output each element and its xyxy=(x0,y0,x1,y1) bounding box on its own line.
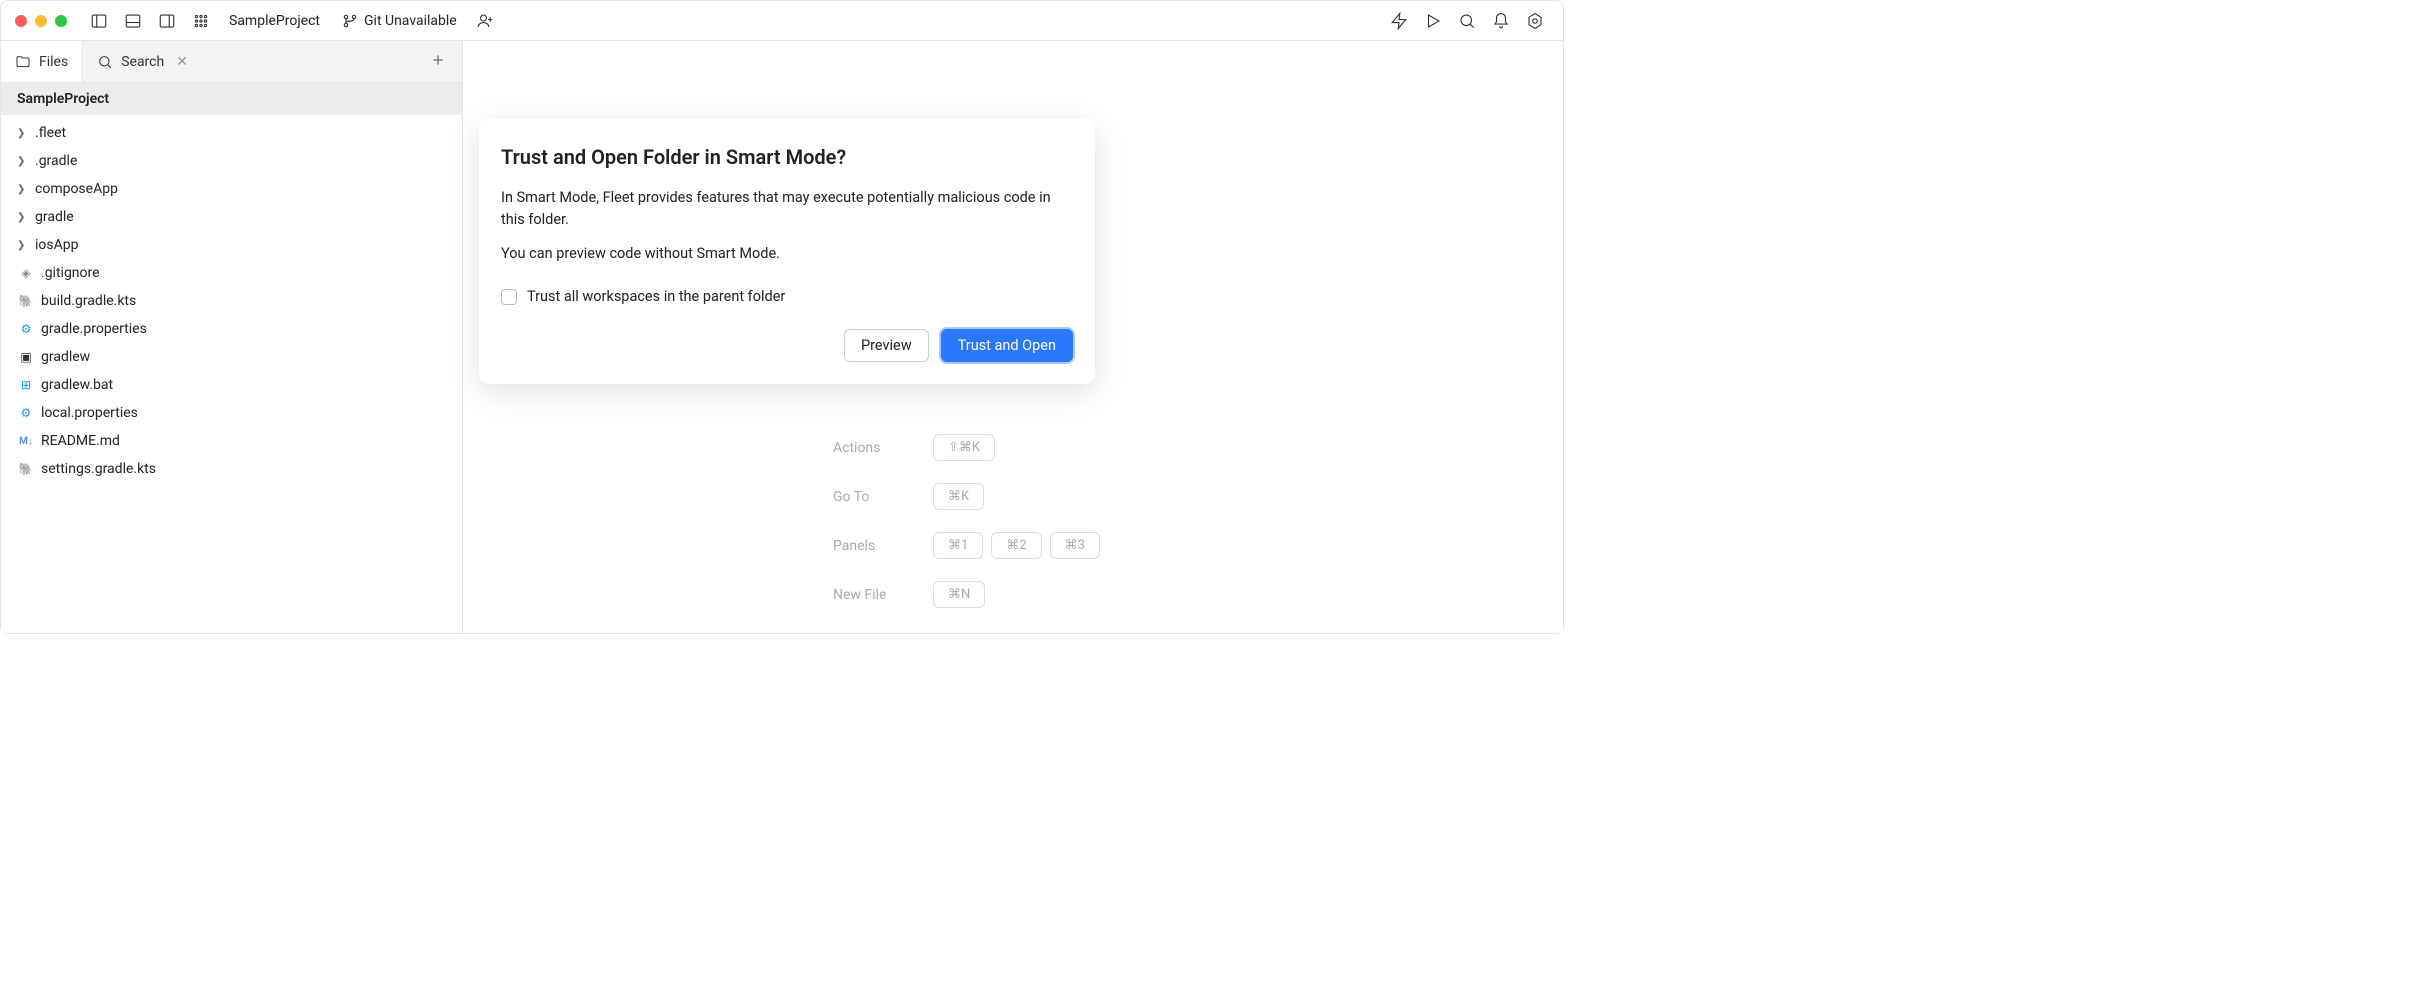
panel-left-icon[interactable] xyxy=(85,7,113,35)
key-hint: ⌘3 xyxy=(1050,532,1100,559)
key-hint: ⌘2 xyxy=(991,532,1041,559)
modal-title: Trust and Open Folder in Smart Mode? xyxy=(501,145,1073,169)
markdown-file-icon: M↓ xyxy=(17,432,35,450)
shortcut-label: New File xyxy=(833,587,903,603)
tree-item-label: .gradle xyxy=(35,153,77,169)
tree-item-label: iosApp xyxy=(35,237,78,253)
shortcut-goto: Go To ⌘K xyxy=(833,483,1100,510)
tree-item-label: gradlew.bat xyxy=(41,377,113,393)
tree-item-label: .gitignore xyxy=(41,265,100,281)
windows-file-icon: ⊞ xyxy=(17,376,35,394)
file-tree: ❯ .fleet ❯ .gradle ❯ composeApp ❯ gradle ❯ io… xyxy=(1,115,462,487)
tree-file-gitignore[interactable]: ◈ .gitignore xyxy=(1,259,462,287)
tree-item-label: README.md xyxy=(41,433,120,449)
chevron-right-icon: ❯ xyxy=(17,184,29,195)
tab-files-label: Files xyxy=(39,54,68,70)
settings-file-icon: ⚙ xyxy=(17,320,35,338)
smart-mode-icon[interactable] xyxy=(1385,7,1413,35)
chevron-right-icon: ❯ xyxy=(17,212,29,223)
add-collaborator-icon[interactable] xyxy=(471,7,499,35)
tree-file-gradle-properties[interactable]: ⚙ gradle.properties xyxy=(1,315,462,343)
apps-grid-icon[interactable] xyxy=(187,7,215,35)
tree-folder-composeapp[interactable]: ❯ composeApp xyxy=(1,175,462,203)
tree-folder-iosapp[interactable]: ❯ iosApp xyxy=(1,231,462,259)
trust-modal: Trust and Open Folder in Smart Mode? In … xyxy=(479,119,1095,384)
editor-area: Trust and Open Folder in Smart Mode? In … xyxy=(463,41,1563,633)
close-icon[interactable]: ✕ xyxy=(176,54,188,70)
minimize-window-button[interactable] xyxy=(35,15,47,27)
tree-item-label: .fleet xyxy=(35,125,66,141)
modal-text-2: You can preview code without Smart Mode. xyxy=(501,243,1073,265)
tree-folder-fleet[interactable]: ❯ .fleet xyxy=(1,119,462,147)
search-icon xyxy=(97,54,113,70)
window-controls xyxy=(15,15,67,27)
tab-files[interactable]: Files xyxy=(1,41,83,82)
modal-buttons: Preview Trust and Open xyxy=(501,329,1073,362)
trust-all-label: Trust all workspaces in the parent folde… xyxy=(527,288,785,305)
key-hint: ⌘N xyxy=(933,581,985,608)
tree-file-local-properties[interactable]: ⚙ local.properties xyxy=(1,399,462,427)
settings-file-icon: ⚙ xyxy=(17,404,35,422)
panel-bottom-icon[interactable] xyxy=(119,7,147,35)
project-name[interactable]: SampleProject xyxy=(221,13,328,29)
shortcut-label: Actions xyxy=(833,440,903,456)
terminal-file-icon: ▣ xyxy=(17,348,35,366)
gradle-file-icon: 🐘 xyxy=(17,460,35,478)
plus-icon xyxy=(430,52,446,68)
git-file-icon: ◈ xyxy=(17,264,35,282)
key-hint: ⇧⌘K xyxy=(933,434,995,461)
tree-folder-gradle-hidden[interactable]: ❯ .gradle xyxy=(1,147,462,175)
folder-icon xyxy=(15,54,31,70)
trust-all-checkbox-row: Trust all workspaces in the parent folde… xyxy=(501,288,1073,305)
shortcut-newfile: New File ⌘N xyxy=(833,581,1100,608)
shortcut-actions: Actions ⇧⌘K xyxy=(833,434,1100,461)
tree-file-readme[interactable]: M↓ README.md xyxy=(1,427,462,455)
notifications-icon[interactable] xyxy=(1487,7,1515,35)
tree-item-label: local.properties xyxy=(41,405,138,421)
tree-item-label: settings.gradle.kts xyxy=(41,461,156,477)
tree-file-gradlew-bat[interactable]: ⊞ gradlew.bat xyxy=(1,371,462,399)
git-branch-icon xyxy=(342,13,358,29)
main-toolbar: SampleProject Git Unavailable xyxy=(1,1,1563,41)
tree-file-settings-gradle[interactable]: 🐘 settings.gradle.kts xyxy=(1,455,462,483)
shortcut-label: Panels xyxy=(833,538,903,554)
shortcut-panels: Panels ⌘1 ⌘2 ⌘3 xyxy=(833,532,1100,559)
tree-item-label: build.gradle.kts xyxy=(41,293,136,309)
git-status-text: Git Unavailable xyxy=(364,13,457,29)
panel-right-icon[interactable] xyxy=(153,7,181,35)
search-icon[interactable] xyxy=(1453,7,1481,35)
chevron-right-icon: ❯ xyxy=(17,240,29,251)
project-header[interactable]: SampleProject xyxy=(1,83,462,115)
settings-icon[interactable] xyxy=(1521,7,1549,35)
trust-all-checkbox[interactable] xyxy=(501,289,517,305)
modal-text-1: In Smart Mode, Fleet provides features t… xyxy=(501,187,1073,231)
tree-file-gradlew[interactable]: ▣ gradlew xyxy=(1,343,462,371)
run-icon[interactable] xyxy=(1419,7,1447,35)
chevron-right-icon: ❯ xyxy=(17,156,29,167)
sidebar-tabs: Files Search ✕ xyxy=(1,41,462,83)
git-status[interactable]: Git Unavailable xyxy=(334,13,465,29)
shortcut-label: Go To xyxy=(833,489,903,505)
tree-item-label: gradle.properties xyxy=(41,321,147,337)
close-window-button[interactable] xyxy=(15,15,27,27)
tree-item-label: composeApp xyxy=(35,181,118,197)
key-hint: ⌘K xyxy=(933,483,984,510)
gradle-file-icon: 🐘 xyxy=(17,292,35,310)
tree-folder-gradle[interactable]: ❯ gradle xyxy=(1,203,462,231)
tree-item-label: gradle xyxy=(35,209,74,225)
trust-and-open-button[interactable]: Trust and Open xyxy=(941,329,1073,362)
tree-item-label: gradlew xyxy=(41,349,90,365)
add-tab-button[interactable] xyxy=(414,52,462,72)
shortcuts-hint: Actions ⇧⌘K Go To ⌘K Panels ⌘1 ⌘2 ⌘3 New… xyxy=(833,434,1100,608)
maximize-window-button[interactable] xyxy=(55,15,67,27)
preview-button[interactable]: Preview xyxy=(844,329,929,362)
tab-search[interactable]: Search ✕ xyxy=(83,41,202,82)
sidebar: Files Search ✕ SampleProject ❯ .fleet ❯ .g… xyxy=(1,41,463,633)
tab-search-label: Search xyxy=(121,54,164,70)
chevron-right-icon: ❯ xyxy=(17,128,29,139)
tree-file-build-gradle[interactable]: 🐘 build.gradle.kts xyxy=(1,287,462,315)
key-hint: ⌘1 xyxy=(933,532,983,559)
